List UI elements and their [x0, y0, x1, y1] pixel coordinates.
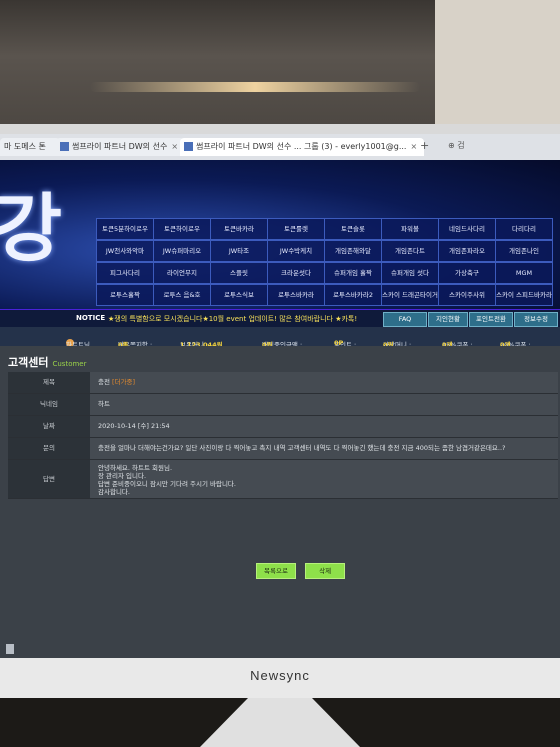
user-status-bar: 하트트님 받은쪽지함 : 0통 보유머니 : 1,123,044원 배팅중인금액… [0, 327, 560, 349]
subject-tag: [더가중] [112, 378, 136, 386]
game-menu-item[interactable]: 스플릿 [210, 262, 268, 284]
notice-text: ★쟁의 특별함으로 모시겠습니다★10월 event 업데이트! 많은 참여바랍… [108, 315, 358, 323]
row-label: 문의 [8, 438, 90, 459]
game-menu-item[interactable]: 다리다리 [495, 218, 553, 240]
game-menu-item[interactable]: 개임존파라오 [438, 240, 496, 262]
subject-text: 충전 [98, 378, 110, 386]
search-icon[interactable]: ⊕ 검 [448, 140, 465, 151]
ceiling-light [90, 82, 420, 92]
game-menu-item[interactable]: 토큰바카라 [210, 218, 268, 240]
row-label: 닉네임 [8, 394, 90, 415]
taskbar-icon[interactable] [6, 644, 14, 654]
row-label: 답변 [8, 460, 90, 498]
answer-line: 안녕하세요. 하트트 회원님. [98, 464, 173, 472]
button-group: 목록으로 삭제 [256, 442, 349, 579]
page-title-text: 고객센터 [8, 356, 49, 369]
tab-label: 썸프라이 파트너 DW의 선수 ... 그룹 (3) - everly1001@… [196, 142, 407, 151]
game-menu-item[interactable]: 로투스홀짝 [96, 284, 154, 306]
edit-info-button[interactable]: 정보수정 [514, 312, 558, 327]
game-menu-item[interactable]: 토큰슬롯 [324, 218, 382, 240]
answer-line: 장 관리자 입니다. [98, 472, 147, 480]
row-value: 충전 [더가중] [90, 372, 558, 393]
game-menu-item[interactable]: 라이언무지 [153, 262, 211, 284]
game-menu-item[interactable]: 로투스바카라2 [324, 284, 382, 306]
site-header-banner: 강 토큰5분하이로우 토큰하이로우 토큰바카라 토큰룰렛 토큰슬롯 파워볼 네임드사다리 다리… [0, 160, 560, 336]
site-favicon-icon [60, 142, 69, 151]
tab-label: 마 도메스 톤 [4, 142, 46, 151]
game-menu-item[interactable]: MGM [495, 262, 553, 284]
game-menu-item[interactable]: 네임드사다리 [438, 218, 496, 240]
answer-line: 감사합니다. [98, 488, 130, 496]
game-menu-item[interactable]: 개임존다트 [381, 240, 439, 262]
close-icon[interactable]: × [171, 142, 178, 151]
game-menu-item[interactable]: 토큰하이로우 [153, 218, 211, 240]
page-subtitle: Customer [52, 360, 87, 368]
customer-center-content: 고객센터 Customer 제목 충전 [더가중] 닉네임 하트 날짜 2020-… [0, 346, 560, 658]
game-menu-item[interactable]: JW슈퍼마리오 [153, 240, 211, 262]
inquiry-detail-table: 제목 충전 [더가중] 닉네임 하트 날짜 2020-10-14 [수] 21:… [8, 372, 558, 499]
game-menu-item[interactable]: 가상축구 [438, 262, 496, 284]
delete-button[interactable]: 삭제 [305, 563, 346, 579]
game-menu-item[interactable]: 피그사다리 [96, 262, 154, 284]
point-convert-button[interactable]: 포인트전환 [469, 312, 513, 327]
game-menu-item[interactable]: 파워볼 [381, 218, 439, 240]
page-title: 고객센터 Customer [8, 354, 87, 370]
browser-tab[interactable]: 썸프라이 파트너 DW의 선수 × [56, 138, 184, 156]
row-label: 날짜 [8, 416, 90, 437]
table-row: 닉네임 하트 [8, 394, 558, 416]
answer-line: 답변 준비중이오니 잠시만 기다려 주시기 바랍니다. [98, 480, 236, 488]
game-menu-item[interactable]: JW타조 [210, 240, 268, 262]
background-wall-right [435, 0, 560, 130]
game-menu-item[interactable]: JW수박케치 [267, 240, 325, 262]
row-label: 제목 [8, 372, 90, 393]
game-menu-item[interactable]: 개임존나인 [495, 240, 553, 262]
game-menu-item[interactable]: 로투스 음&호 [153, 284, 211, 306]
game-menu-item[interactable]: 스카이 드래곤타이거 [381, 284, 439, 306]
tab-label: 썸프라이 파트너 DW의 선수 [72, 142, 168, 151]
close-icon[interactable]: × [410, 142, 417, 151]
game-menu-item[interactable]: 토큰5분하이로우 [96, 218, 154, 240]
game-menu-item[interactable]: 토큰룰렛 [267, 218, 325, 240]
site-favicon-icon [184, 142, 193, 151]
monitor-screen: 마 도메스 톤 썸프라이 파트너 DW의 선수 × 썸프라이 파트너 DW의 선수… [0, 134, 560, 658]
browser-tab[interactable]: 마 도메스 톤 [0, 138, 60, 156]
search-label: 검 [457, 141, 465, 150]
game-menu-item[interactable]: 슈퍼개임 홀짝 [324, 262, 382, 284]
browser-tab-bar: 마 도메스 톤 썸프라이 파트너 DW의 선수 × 썸프라이 파트너 DW의 선수… [0, 134, 560, 160]
game-menu-item[interactable]: JW천사와악마 [96, 240, 154, 262]
game-menu-item[interactable]: 슈퍼개임 섯다 [381, 262, 439, 284]
notice-label: NOTICE [76, 314, 106, 322]
row-value: 2020-10-14 [수] 21:54 [90, 416, 558, 437]
game-menu-item[interactable]: 스카이 스피드바카라 [495, 284, 553, 306]
faq-button[interactable]: FAQ [383, 312, 427, 327]
answer-text: 안녕하세요. 하트트 회원님. 장 관리자 입니다. 답변 준비중이오니 잠시만… [90, 460, 558, 498]
site-logo[interactable]: 강 [0, 192, 62, 266]
game-menu-grid: 토큰5분하이로우 토큰하이로우 토큰바카라 토큰룰렛 토큰슬롯 파워볼 네임드사다리 다리다리… [96, 218, 553, 306]
row-value: 하트 [90, 394, 558, 415]
back-to-list-button[interactable]: 목록으로 [256, 563, 296, 579]
game-menu-item[interactable]: 로투스바카라 [267, 284, 325, 306]
new-tab-button[interactable]: + [420, 139, 429, 152]
referral-button[interactable]: 지인현황 [428, 312, 468, 327]
notice-bar: NOTICE ★쟁의 특별함으로 모시겠습니다★10월 event 업데이트! … [0, 310, 560, 327]
table-row: 날짜 2020-10-14 [수] 21:54 [8, 416, 558, 438]
game-menu-item[interactable]: 개임존해와달 [324, 240, 382, 262]
table-row: 제목 충전 [더가중] [8, 372, 558, 394]
table-row: 답변 안녕하세요. 하트트 회원님. 장 관리자 입니다. 답변 준비중이오니 … [8, 460, 558, 499]
game-menu-item[interactable]: 스카이주사위 [438, 284, 496, 306]
game-menu-item[interactable]: 로투스식보 [210, 284, 268, 306]
monitor-brand-logo: Newsync [250, 668, 310, 683]
game-menu-item[interactable]: 크라운섯다 [267, 262, 325, 284]
browser-tab-active[interactable]: 썸프라이 파트너 DW의 선수 ... 그룹 (3) - everly1001@… [180, 138, 424, 156]
